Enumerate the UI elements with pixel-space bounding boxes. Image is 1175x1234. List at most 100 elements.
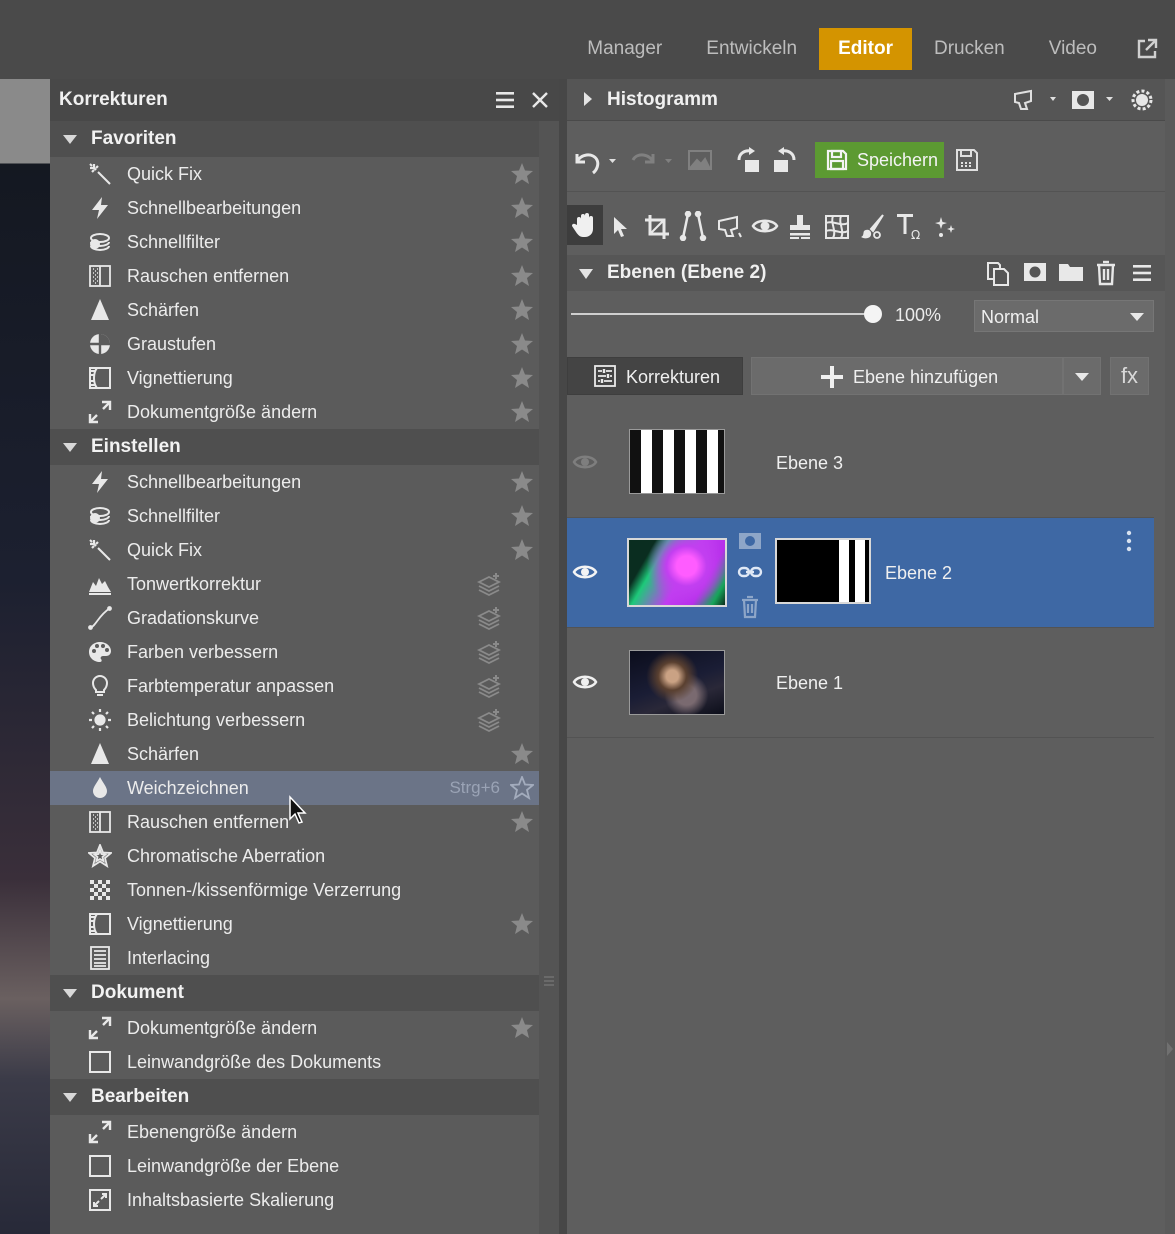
section-header[interactable]: Bearbeiten	[50, 1079, 539, 1115]
histogram-header[interactable]: Histogramm	[567, 79, 1165, 121]
save-as-icon[interactable]	[955, 148, 979, 172]
correction-item[interactable]: Quick Fix	[50, 533, 539, 567]
correction-item[interactable]: Dokumentgröße ändern	[50, 395, 539, 429]
add-adjustment-layer-icon[interactable]	[476, 572, 502, 597]
opacity-slider-track[interactable]	[571, 313, 873, 315]
delete-mask-icon[interactable]	[740, 595, 760, 619]
favorite-star-icon[interactable]	[510, 810, 534, 834]
correction-item[interactable]: Rauschen entfernen	[50, 259, 539, 293]
hand-tool[interactable]	[567, 205, 603, 245]
add-layer-button[interactable]: Ebene hinzufügen	[751, 357, 1063, 395]
corrections-toggle-button[interactable]: Korrekturen	[567, 357, 743, 395]
text-tool-icon[interactable]: Ω	[895, 211, 925, 241]
right-panel-scrollbar[interactable]	[1165, 79, 1175, 1234]
blend-mode-select[interactable]: Normal	[974, 300, 1154, 332]
mask-indicator-icon[interactable]	[738, 531, 762, 551]
correction-item[interactable]: Leinwandgröße der Ebene	[50, 1149, 539, 1183]
correction-item[interactable]: Vignettierung	[50, 361, 539, 395]
panel-divider[interactable]	[559, 79, 567, 1234]
lasso-selection-icon[interactable]	[717, 213, 743, 239]
correction-item[interactable]: Schärfen	[50, 293, 539, 327]
crop-icon[interactable]	[643, 213, 671, 241]
tab-video[interactable]: Video	[1027, 28, 1119, 70]
favorite-star-icon[interactable]	[510, 400, 534, 424]
favorite-star-outline-icon[interactable]	[508, 774, 536, 800]
settings-gear-icon[interactable]	[1128, 86, 1156, 114]
close-icon[interactable]	[530, 90, 550, 116]
correction-item[interactable]: Graustufen	[50, 327, 539, 361]
corrections-scrollbar[interactable]	[539, 121, 559, 1234]
correction-item[interactable]: Ebenengröße ändern	[50, 1115, 539, 1149]
add-adjustment-layer-icon[interactable]	[476, 606, 502, 631]
add-adjustment-layer-icon[interactable]	[476, 674, 502, 699]
mask-link-chain-icon[interactable]	[737, 565, 763, 579]
layer-row-ebene-3[interactable]: Ebene 3	[567, 408, 1154, 518]
mask-dropdown-icon[interactable]	[1070, 88, 1120, 112]
correction-item[interactable]: Vignettierung	[50, 907, 539, 941]
add-adjustment-layer-icon[interactable]	[476, 708, 502, 733]
section-header[interactable]: Einstellen	[50, 429, 539, 465]
delete-layer-icon[interactable]	[1095, 260, 1117, 286]
effects-stars-icon[interactable]	[933, 215, 959, 239]
section-header[interactable]: Favoriten	[50, 121, 539, 157]
selection-dropdown-icon[interactable]	[1013, 88, 1061, 112]
undo-icon[interactable]	[571, 146, 621, 176]
favorite-star-icon[interactable]	[510, 742, 534, 766]
correction-item[interactable]: Interlacing	[50, 941, 539, 975]
tab-manager[interactable]: Manager	[565, 28, 684, 70]
rotate-right-icon[interactable]	[770, 146, 798, 176]
favorite-star-icon[interactable]	[510, 264, 534, 288]
image-compare-icon[interactable]	[687, 148, 713, 172]
correction-item[interactable]: Leinwandgröße des Dokuments	[50, 1045, 539, 1079]
correction-item[interactable]: Chromatische Aberration	[50, 839, 539, 873]
more-vertical-icon[interactable]	[1125, 530, 1133, 552]
external-open-icon[interactable]	[1119, 28, 1175, 70]
visibility-eye-icon[interactable]	[572, 671, 598, 693]
clone-stamp-icon[interactable]	[787, 213, 813, 241]
tab-entwickeln[interactable]: Entwickeln	[684, 28, 819, 70]
favorite-star-icon[interactable]	[510, 332, 534, 356]
correction-item[interactable]: Schnellbearbeitungen	[50, 191, 539, 225]
redeye-icon[interactable]	[751, 215, 779, 237]
correction-item[interactable]: Farben verbessern	[50, 635, 539, 669]
opacity-slider-handle[interactable]	[864, 305, 882, 323]
visibility-eye-icon[interactable]	[572, 451, 598, 473]
correction-item[interactable]: Dokumentgröße ändern	[50, 1011, 539, 1045]
correction-item[interactable]: Schnellbearbeitungen	[50, 465, 539, 499]
favorite-star-icon[interactable]	[510, 162, 534, 186]
save-button[interactable]: Speichern	[815, 142, 944, 178]
favorite-star-icon[interactable]	[510, 912, 534, 936]
perspective-icon[interactable]	[679, 211, 707, 241]
redo-icon[interactable]	[627, 146, 677, 176]
visibility-eye-icon[interactable]	[572, 561, 598, 583]
favorite-star-icon[interactable]	[510, 366, 534, 390]
section-header[interactable]: Dokument	[50, 975, 539, 1011]
favorite-star-icon[interactable]	[510, 1016, 534, 1040]
favorite-star-icon[interactable]	[510, 298, 534, 322]
panel-collapse-arrow-icon[interactable]	[1166, 1040, 1174, 1058]
add-adjustment-layer-icon[interactable]	[476, 640, 502, 665]
layer-row-ebene-1[interactable]: Ebene 1	[567, 628, 1154, 738]
correction-item[interactable]: Belichtung verbessern	[50, 703, 539, 737]
menu-icon[interactable]	[495, 90, 515, 116]
layer-row-ebene-2[interactable]: Ebene 2	[567, 518, 1154, 628]
rotate-left-icon[interactable]	[735, 146, 763, 176]
favorite-star-icon[interactable]	[510, 504, 534, 528]
canvas-photo-preview[interactable]	[0, 79, 50, 1234]
correction-item[interactable]: Tonwertkorrektur	[50, 567, 539, 601]
layer-effects-button[interactable]: fx	[1110, 357, 1149, 395]
correction-item[interactable]: Tonnen-/kissenförmige Verzerrung	[50, 873, 539, 907]
layer-group-folder-icon[interactable]	[1057, 261, 1085, 283]
layers-menu-icon[interactable]	[1132, 263, 1152, 283]
correction-item[interactable]: Quick Fix	[50, 157, 539, 191]
add-layer-dropdown[interactable]	[1063, 357, 1101, 395]
pointer-icon[interactable]	[611, 215, 631, 239]
layers-header[interactable]: Ebenen (Ebene 2)	[567, 255, 1165, 291]
tab-editor[interactable]: Editor	[819, 28, 912, 70]
correction-item[interactable]: Schärfen	[50, 737, 539, 771]
correction-item[interactable]: Schnellfilter	[50, 225, 539, 259]
favorite-star-icon[interactable]	[510, 196, 534, 220]
favorite-star-icon[interactable]	[510, 230, 534, 254]
duplicate-layer-icon[interactable]	[985, 260, 1011, 286]
tab-drucken[interactable]: Drucken	[912, 28, 1027, 70]
